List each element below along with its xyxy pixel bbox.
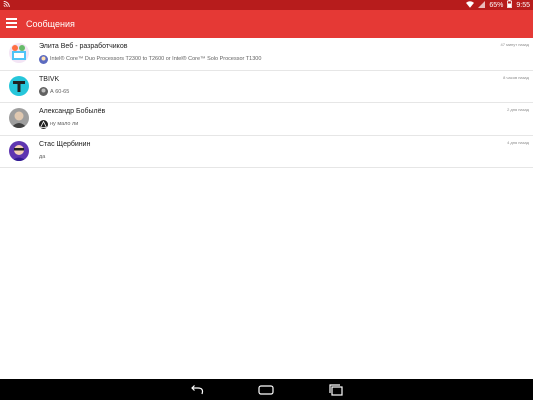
conversation-row[interactable]: Александр Бобылёв 2 дня назад ну мало ли [0, 103, 533, 136]
menu-icon[interactable] [6, 18, 17, 30]
status-bar: 65% 9:55 [0, 0, 533, 10]
conversation-time: 2 дня назад [507, 107, 529, 112]
conversation-row[interactable]: Стас Щербинин 4 дня назад да [0, 136, 533, 168]
conversation-list: Элита Веб - разработчиков 47 минут назад… [0, 38, 533, 168]
sender-avatar [39, 87, 48, 96]
avatar [9, 140, 29, 161]
home-icon[interactable] [258, 383, 274, 395]
conversation-time: 47 минут назад [500, 42, 529, 47]
message-preview: А 60-65 [50, 88, 70, 95]
conversation-name: TBIVK [39, 75, 60, 83]
avatar [9, 43, 29, 63]
message-preview: ну мало ли [50, 121, 79, 127]
conversation-row[interactable]: TBIVK 8 часов назад А 60-65 [0, 71, 533, 103]
message-preview: да [39, 153, 46, 160]
page-title: Сообщения [26, 19, 75, 29]
avatar [9, 75, 29, 96]
recents-icon[interactable] [328, 383, 344, 396]
conversation-name: Стас Щербинин [39, 140, 91, 148]
sender-avatar [39, 54, 48, 64]
message-preview: Intel® Core™ Duo Processors T2300 to T26… [50, 56, 262, 62]
conversation-name: Александр Бобылёв [39, 108, 106, 115]
conversation-time: 8 часов назад [503, 74, 529, 80]
conversation-time: 4 дня назад [507, 139, 529, 145]
avatar [9, 108, 29, 128]
navigation-bar [0, 379, 533, 400]
app-bar: Сообщения [0, 10, 533, 38]
conversation-row[interactable]: Элита Веб - разработчиков 47 минут назад… [0, 38, 533, 71]
sender-avatar [39, 119, 48, 129]
conversation-name: Элита Веб - разработчиков [39, 43, 128, 50]
back-icon[interactable] [189, 383, 205, 395]
